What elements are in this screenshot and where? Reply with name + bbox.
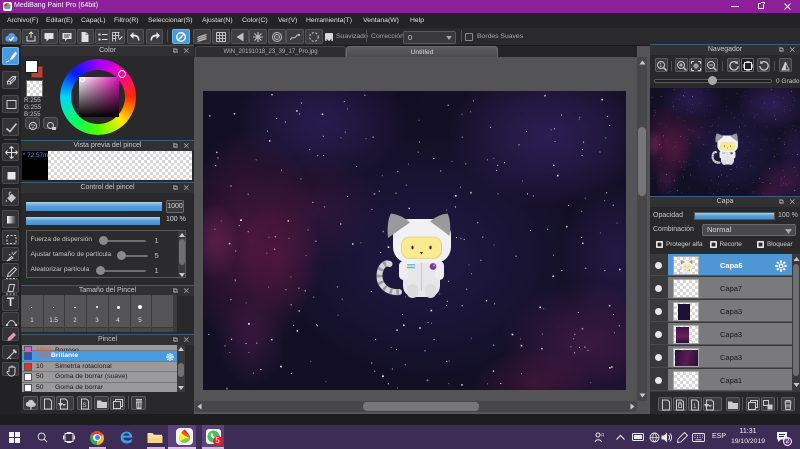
- svg-text:ᴿ: ᴿ: [602, 433, 605, 440]
- svg-text:1: 1: [693, 404, 697, 410]
- svg-text:1: 1: [659, 63, 662, 69]
- svg-text:S: S: [83, 403, 87, 409]
